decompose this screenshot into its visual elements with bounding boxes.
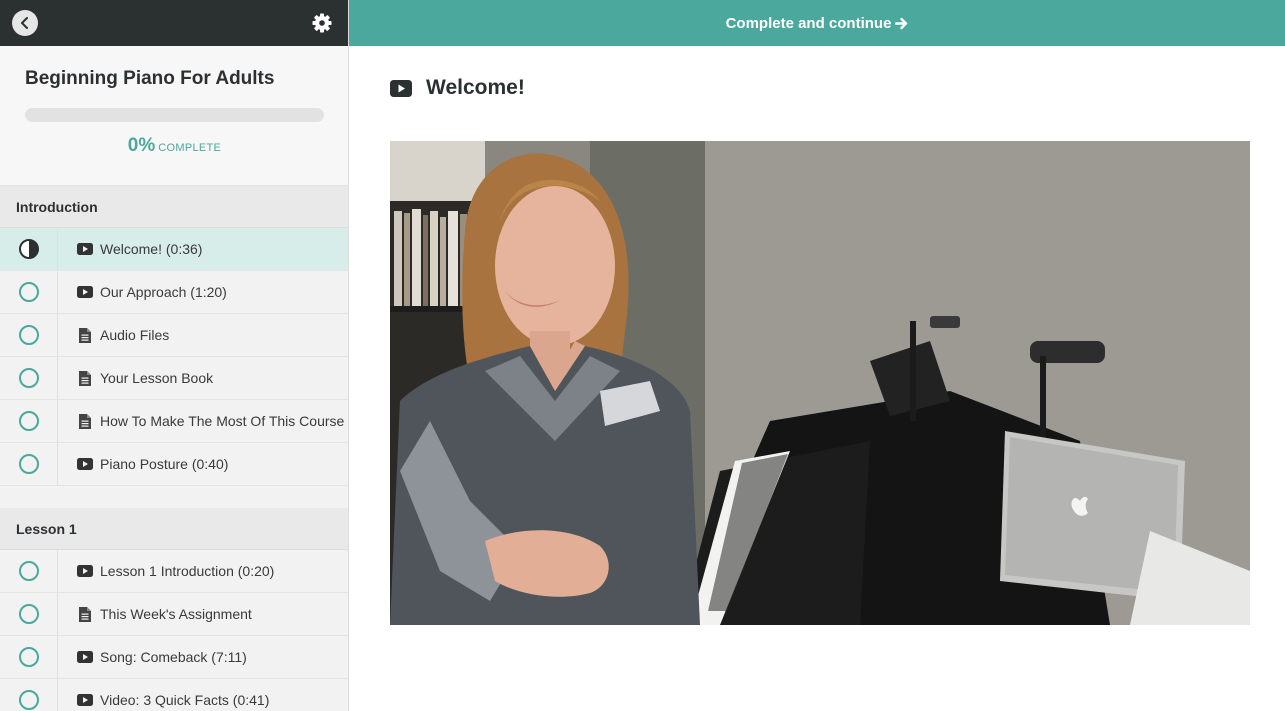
circle-icon (18, 454, 39, 474)
file-text-icon (76, 413, 93, 429)
back-button[interactable] (12, 10, 38, 36)
lecture-title: How To Make The Most Of This Course (100, 413, 345, 429)
circle-icon (18, 368, 39, 388)
lecture-heading: Welcome! (390, 76, 525, 100)
lecture-status[interactable] (0, 443, 58, 485)
lecture-status[interactable] (0, 550, 58, 592)
settings-button[interactable] (312, 13, 332, 33)
circle-icon (18, 561, 39, 581)
lecture-title: Lesson 1 Introduction (0:20) (100, 563, 275, 579)
lecture-title: Piano Posture (0:40) (100, 456, 229, 472)
lecture-title: Video: 3 Quick Facts (0:41) (100, 692, 270, 708)
lecture-status[interactable] (0, 228, 58, 270)
circle-icon (18, 647, 39, 667)
youtube-play-icon (76, 457, 93, 471)
file-text-icon (76, 606, 93, 622)
lecture-item-your-lesson-book[interactable]: Your Lesson Book (0, 357, 348, 400)
half-circle-icon (18, 239, 39, 259)
video-frame (390, 141, 1250, 625)
lecture-title-heading: Welcome! (426, 76, 525, 99)
lecture-item-3-quick-facts[interactable]: Video: 3 Quick Facts (0:41) (0, 679, 348, 711)
circle-icon (18, 604, 39, 624)
course-sidebar: Beginning Piano For Adults 0% COMPLETE In… (0, 0, 349, 711)
lecture-item-audio-files[interactable]: Audio Files (0, 314, 348, 357)
complete-and-continue-button[interactable]: Complete and continue (726, 15, 909, 32)
lecture-title: Your Lesson Book (100, 370, 214, 386)
circle-icon (18, 411, 39, 431)
lecture-title: Audio Files (100, 327, 170, 343)
section-header-lesson-1: Lesson 1 (0, 508, 348, 550)
lecture-status[interactable] (0, 271, 58, 313)
lecture-title: This Week's Assignment (100, 606, 252, 622)
youtube-play-icon (76, 693, 93, 707)
progress-percent: 0% (127, 135, 156, 156)
youtube-play-icon (76, 285, 93, 299)
course-header: Beginning Piano For Adults 0% COMPLETE (0, 46, 348, 186)
lecture-item-make-the-most[interactable]: How To Make The Most Of This Course (0, 400, 348, 443)
youtube-play-icon (76, 650, 93, 664)
circle-icon (18, 690, 39, 710)
progress-summary: 0% COMPLETE (0, 135, 348, 157)
lecture-status[interactable] (0, 679, 58, 711)
continue-label: Complete and continue (725, 14, 892, 32)
sidebar-toolbar (0, 0, 348, 46)
lecture-item-song-comeback[interactable]: Song: Comeback (7:11) (0, 636, 348, 679)
youtube-play-icon (390, 79, 412, 97)
lecture-status[interactable] (0, 636, 58, 678)
file-text-icon (76, 327, 93, 343)
lecture-status[interactable] (0, 593, 58, 635)
course-title: Beginning Piano For Adults (25, 68, 275, 89)
lecture-item-piano-posture[interactable]: Piano Posture (0:40) (0, 443, 348, 486)
progress-label: COMPLETE (158, 142, 222, 154)
lecture-item-this-weeks-assignment[interactable]: This Week's Assignment (0, 593, 348, 636)
lecture-status[interactable] (0, 357, 58, 399)
lecture-title: Welcome! (0:36) (100, 241, 203, 257)
gear-icon (312, 13, 332, 33)
lecture-title: Our Approach (1:20) (100, 284, 227, 300)
lecture-status[interactable] (0, 400, 58, 442)
circle-icon (18, 325, 39, 345)
chevron-left-icon (21, 17, 28, 29)
arrow-right-icon (895, 17, 908, 29)
lecture-item-welcome[interactable]: Welcome! (0:36) (0, 228, 348, 271)
lecture-item-our-approach[interactable]: Our Approach (1:20) (0, 271, 348, 314)
course-progress-bar (25, 108, 324, 122)
circle-icon (18, 282, 39, 302)
lecture-status[interactable] (0, 314, 58, 356)
section-header-introduction: Introduction (0, 186, 348, 228)
video-player[interactable] (390, 141, 1250, 625)
lecture-topbar: Complete and continue (349, 0, 1285, 46)
lecture-title: Song: Comeback (7:11) (100, 649, 247, 665)
youtube-play-icon (76, 564, 93, 578)
file-text-icon (76, 370, 93, 386)
section-spacer (0, 486, 348, 508)
youtube-play-icon (76, 242, 93, 256)
lecture-item-lesson-1-introduction[interactable]: Lesson 1 Introduction (0:20) (0, 550, 348, 593)
